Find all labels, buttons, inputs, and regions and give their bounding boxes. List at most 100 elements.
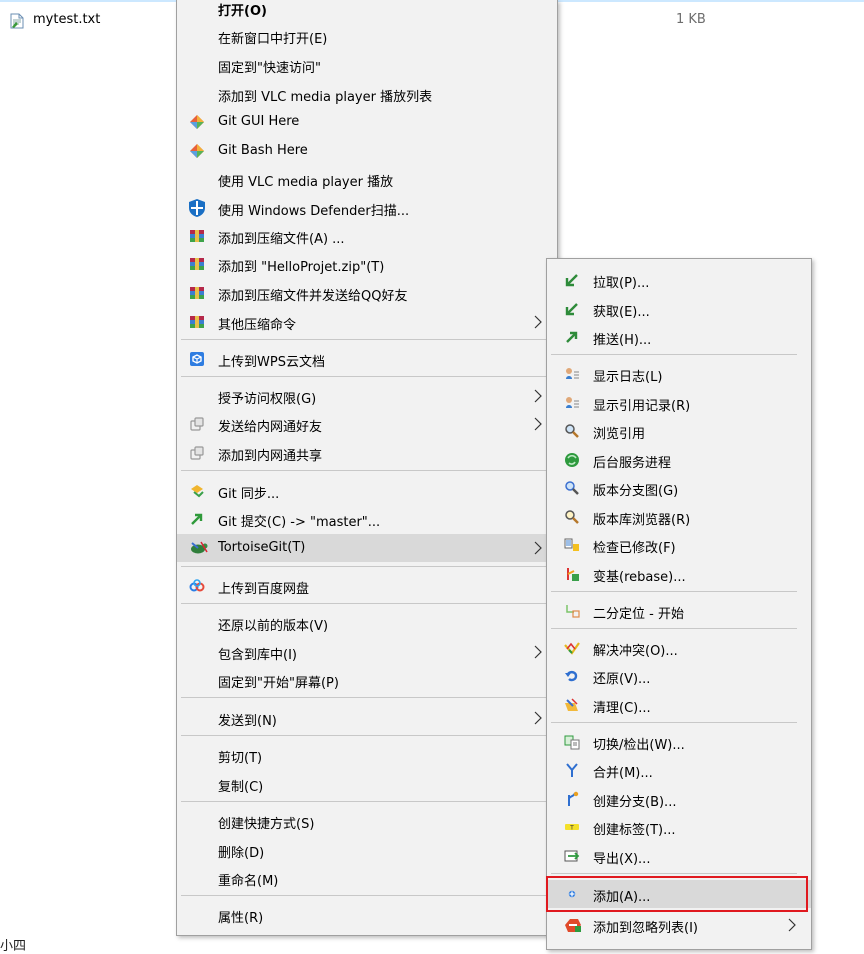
menu-item-open-new-window[interactable]: 在新窗口中打开(E) xyxy=(177,22,557,50)
menu-item-pin-quick-access[interactable]: 固定到"快速访问" xyxy=(177,51,557,79)
menu-item-label: 导出(X)... xyxy=(593,852,651,867)
submenu-item-resolve[interactable]: 解决冲突(O)... xyxy=(547,634,811,662)
menu-item-label: 创建分支(B)... xyxy=(593,795,677,810)
submenu-item-push[interactable]: 推送(H)... xyxy=(547,323,811,351)
submenu-item-fetch[interactable]: 获取(E)... xyxy=(547,295,811,323)
menu-item-git-bash[interactable]: Git Bash Here xyxy=(177,137,557,165)
chevron-right-icon xyxy=(534,541,542,555)
menu-item-label: 添加到内网通共享 xyxy=(218,449,323,464)
menu-item-label: 上传到WPS云文档 xyxy=(218,355,325,370)
menu-item-label: 添加到压缩文件(A) ... xyxy=(218,232,345,247)
menu-item-label: 合并(M)... xyxy=(593,766,653,781)
menu-separator xyxy=(181,801,553,802)
repo-browser-icon xyxy=(565,510,579,524)
menu-item-copy[interactable]: 复制(C) xyxy=(177,770,557,798)
menu-item-label: 二分定位 - 开始 xyxy=(593,607,684,622)
menu-item-git-sync[interactable]: Git 同步... xyxy=(177,477,557,505)
menu-separator xyxy=(551,591,797,592)
menu-item-properties[interactable]: 属性(R) xyxy=(177,901,557,929)
menu-item-label: 添加到压缩文件并发送给QQ好友 xyxy=(218,289,408,304)
submenu-item-merge[interactable]: 合并(M)... xyxy=(547,756,811,784)
menu-item-git-commit[interactable]: Git 提交(C) -> "master"... xyxy=(177,505,557,533)
submenu-item-export[interactable]: 导出(X)... xyxy=(547,842,811,870)
menu-item-create-shortcut[interactable]: 创建快捷方式(S) xyxy=(177,807,557,835)
menu-item-send-to[interactable]: 发送到(N) xyxy=(177,704,557,732)
menu-item-add-zip[interactable]: 添加到 "HelloProjet.zip"(T) xyxy=(177,250,557,278)
submenu-item-rebase[interactable]: 变基(rebase)... xyxy=(547,560,811,588)
menu-separator xyxy=(551,354,797,355)
menu-item-label: 发送到(N) xyxy=(218,714,277,729)
menu-item-label: 打开(O) xyxy=(218,4,267,19)
submenu-item-bisect-start[interactable]: 二分定位 - 开始 xyxy=(547,597,811,625)
menu-item-open[interactable]: 打开(O) xyxy=(177,0,557,22)
menu-item-git-gui[interactable]: Git GUI Here xyxy=(177,108,557,136)
defender-shield-icon xyxy=(189,199,205,217)
menu-item-add-intranet-share[interactable]: 添加到内网通共享 xyxy=(177,439,557,467)
menu-item-label: 其他压缩命令 xyxy=(218,318,297,333)
menu-item-baidu-netdisk[interactable]: 上传到百度网盘 xyxy=(177,572,557,600)
menu-separator xyxy=(181,339,553,340)
menu-separator xyxy=(551,873,797,874)
create-tag-icon: T xyxy=(565,824,579,832)
archive-icon xyxy=(190,258,204,270)
intranet-icon xyxy=(190,446,204,460)
menu-item-other-archive[interactable]: 其他压缩命令 xyxy=(177,308,557,336)
check-modifications-icon xyxy=(564,538,579,551)
menu-item-include-library[interactable]: 包含到库中(I) xyxy=(177,638,557,666)
git-diamond-icon xyxy=(190,144,204,158)
menu-item-rename[interactable]: 重命名(M) xyxy=(177,864,557,892)
submenu-item-create-tag[interactable]: T 创建标签(T)... xyxy=(547,813,811,841)
menu-item-label: 显示引用记录(R) xyxy=(593,399,691,414)
menu-item-vlc-play[interactable]: 使用 VLC media player 播放 xyxy=(177,165,557,193)
menu-item-label: 属性(R) xyxy=(218,911,264,926)
menu-item-label: 固定到"快速访问" xyxy=(218,61,321,76)
submenu-item-pull[interactable]: 拉取(P)... xyxy=(547,266,811,294)
menu-item-label: 创建标签(T)... xyxy=(593,823,676,838)
menu-item-label: 删除(D) xyxy=(218,846,265,861)
menu-item-add-archive[interactable]: 添加到压缩文件(A) ... xyxy=(177,222,557,250)
menu-item-cut[interactable]: 剪切(T) xyxy=(177,741,557,769)
menu-item-defender-scan[interactable]: 使用 Windows Defender扫描... xyxy=(177,194,557,222)
menu-item-tortoisegit[interactable]: TortoiseGit(T) xyxy=(177,534,557,562)
submenu-item-switch-checkout[interactable]: 切换/检出(W)... xyxy=(547,728,811,756)
menu-item-restore-previous[interactable]: 还原以前的版本(V) xyxy=(177,609,557,637)
chevron-right-icon xyxy=(534,389,542,403)
menu-item-label: 解决冲突(O)... xyxy=(593,644,678,659)
menu-item-label: 添加到 VLC media player 播放列表 xyxy=(218,90,433,105)
submenu-item-add-ignore[interactable]: 添加到忽略列表(I) xyxy=(547,911,811,939)
menu-item-label: 复制(C) xyxy=(218,780,264,795)
submenu-item-repo-browser[interactable]: 版本库浏览器(R) xyxy=(547,503,811,531)
submenu-item-browse-refs[interactable]: 浏览引用 xyxy=(547,417,811,445)
submenu-item-revision-graph[interactable]: 版本分支图(G) xyxy=(547,474,811,502)
revision-graph-icon xyxy=(565,481,579,495)
submenu-item-reflog[interactable]: 显示引用记录(R) xyxy=(547,389,811,417)
menu-item-pin-start[interactable]: 固定到"开始"屏幕(P) xyxy=(177,666,557,694)
export-icon xyxy=(564,850,580,862)
submenu-item-revert[interactable]: 还原(V)... xyxy=(547,662,811,690)
submenu-item-check-modifications[interactable]: 检查已修改(F) xyxy=(547,531,811,559)
submenu-item-create-branch[interactable]: 创建分支(B)... xyxy=(547,785,811,813)
menu-item-label: 推送(H)... xyxy=(593,333,652,348)
menu-item-label: 创建快捷方式(S) xyxy=(218,817,315,832)
submenu-item-show-log[interactable]: 显示日志(L) xyxy=(547,360,811,388)
submenu-item-daemon[interactable]: 后台服务进程 xyxy=(547,446,811,474)
menu-item-vlc-playlist[interactable]: 添加到 VLC media player 播放列表 xyxy=(177,80,557,108)
svg-text:T: T xyxy=(569,825,574,832)
menu-item-wps-cloud[interactable]: 上传到WPS云文档 xyxy=(177,345,557,373)
menu-item-label: 后台服务进程 xyxy=(593,456,672,471)
menu-item-label: 检查已修改(F) xyxy=(593,541,676,556)
menu-item-label: Git 同步... xyxy=(218,487,280,502)
menu-item-archive-send-qq[interactable]: 添加到压缩文件并发送给QQ好友 xyxy=(177,279,557,307)
menu-separator xyxy=(181,566,553,567)
menu-item-grant-access[interactable]: 授予访问权限(G) xyxy=(177,382,557,410)
menu-item-label: 还原(V)... xyxy=(593,672,651,687)
ignore-icon xyxy=(565,919,581,932)
menu-item-send-intranet[interactable]: 发送给内网通好友 xyxy=(177,410,557,438)
menu-item-delete[interactable]: 删除(D) xyxy=(177,836,557,864)
submenu-item-cleanup[interactable]: 清理(C)... xyxy=(547,691,811,719)
rebase-icon xyxy=(567,568,579,581)
git-diamond-icon xyxy=(190,115,204,129)
menu-separator xyxy=(551,628,797,629)
menu-item-label: 授予访问权限(G) xyxy=(218,392,317,407)
tortoisegit-icon xyxy=(191,541,208,554)
